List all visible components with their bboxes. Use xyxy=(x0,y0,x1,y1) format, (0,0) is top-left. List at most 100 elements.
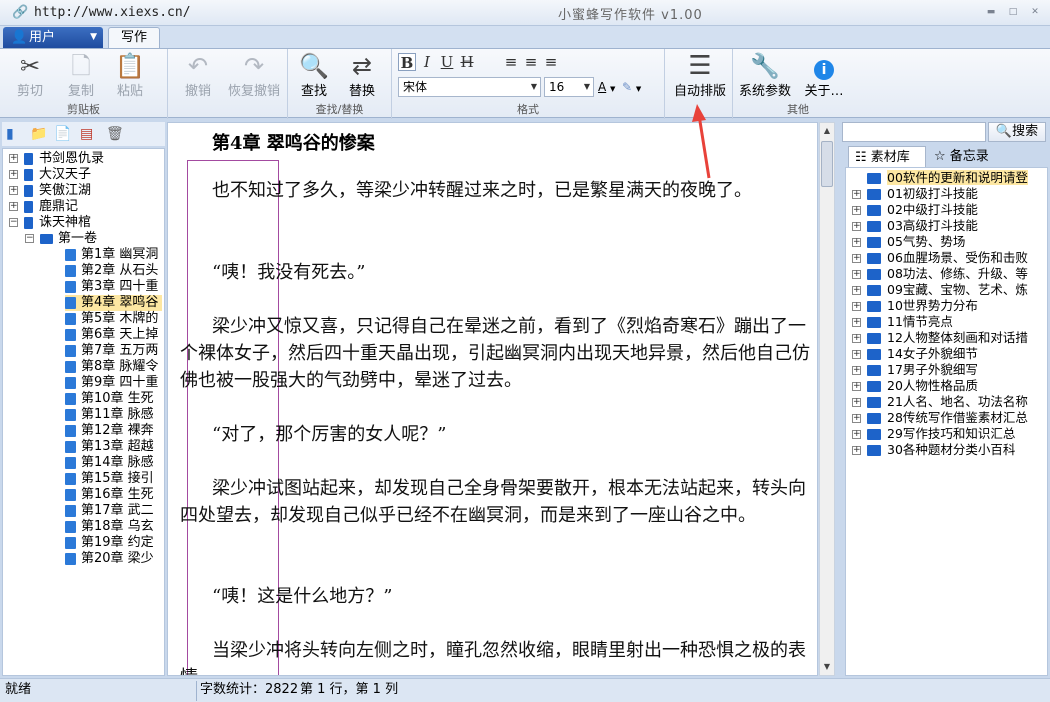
tree-chapter[interactable]: 第13章 超越 xyxy=(65,439,158,455)
panel-splitter[interactable] xyxy=(836,122,842,676)
redo-button[interactable]: ↷ 恢复撤销 xyxy=(222,52,286,99)
tree-chapter[interactable]: 第8章 脉耀令 xyxy=(65,359,162,375)
expand-icon[interactable]: + xyxy=(852,318,861,327)
scrollbar-thumb[interactable] xyxy=(821,141,833,187)
material-item[interactable]: +20人物性格品质 xyxy=(852,378,978,394)
material-item[interactable]: +14女子外貌细节 xyxy=(852,346,978,362)
trash-icon[interactable]: 🗑 xyxy=(106,126,124,142)
text-editor[interactable]: 第4章 翠鸣谷的惨案 也不知过了多久，等梁少冲转醒过来之时，已是繁星满天的夜晚了… xyxy=(167,122,818,676)
scroll-down-icon[interactable]: ▼ xyxy=(820,659,834,675)
tree-chapter[interactable]: 第11章 脉感 xyxy=(65,407,158,423)
bold-icon[interactable]: B xyxy=(398,53,416,72)
expand-icon[interactable]: + xyxy=(852,430,861,439)
expand-icon[interactable]: + xyxy=(852,446,861,455)
material-item[interactable]: +29写作技巧和知识汇总 xyxy=(852,426,1015,442)
expand-icon[interactable]: + xyxy=(852,334,861,343)
font-color-button[interactable]: A ▼ xyxy=(598,77,615,97)
material-item[interactable]: +08功法、修练、升级、等 xyxy=(852,266,1028,282)
expand-icon[interactable]: + xyxy=(852,382,861,391)
replace-button[interactable]: ⇄ 替换 xyxy=(338,52,386,99)
new-chapter-icon[interactable]: 📄 xyxy=(54,126,72,142)
editor-scrollbar[interactable]: ▲ ▼ xyxy=(819,122,835,676)
expand-icon[interactable]: + xyxy=(852,238,861,247)
tree-chapter[interactable]: 第20章 梁少 xyxy=(65,551,158,567)
material-item[interactable]: +21人名、地名、功法名称 xyxy=(852,394,1028,410)
tree-chapter[interactable]: 第7章 五万两 xyxy=(65,343,162,359)
new-book-icon[interactable]: ▮ xyxy=(6,126,24,142)
copy-button[interactable]: 🗋 复制 xyxy=(57,52,105,99)
close-icon[interactable]: ✕ xyxy=(1026,5,1044,19)
paste-button[interactable]: 📋 粘贴 xyxy=(106,52,154,99)
tree-chapter[interactable]: 第16章 生死 xyxy=(65,487,158,503)
material-item[interactable]: +11情节亮点 xyxy=(852,314,953,330)
expand-icon[interactable]: + xyxy=(9,154,18,163)
material-item[interactable]: +06血腥场景、受伤和击败 xyxy=(852,250,1028,266)
expand-icon[interactable]: + xyxy=(852,190,861,199)
minimize-icon[interactable]: ▬ xyxy=(982,5,1000,19)
scroll-up-icon[interactable]: ▲ xyxy=(820,123,834,139)
material-item[interactable]: +30各种题材分类小百科 xyxy=(852,442,1015,458)
highlight-color-button[interactable]: ✎ ▼ xyxy=(622,77,641,97)
expand-icon[interactable]: + xyxy=(852,206,861,215)
expand-icon[interactable]: + xyxy=(852,350,861,359)
expand-icon[interactable] xyxy=(852,174,861,183)
collapse-icon[interactable]: − xyxy=(25,234,34,243)
expand-icon[interactable]: + xyxy=(852,414,861,423)
expand-icon[interactable]: + xyxy=(852,254,861,263)
tree-chapter[interactable]: 第2章 从石头 xyxy=(65,263,162,279)
search-input[interactable] xyxy=(842,122,986,142)
tree-chapter[interactable]: 第18章 乌玄 xyxy=(65,519,158,535)
strikethrough-icon[interactable]: H xyxy=(458,53,476,71)
tree-book[interactable]: + 大汉天子 xyxy=(9,167,91,183)
expand-icon[interactable]: + xyxy=(852,286,861,295)
tree-book[interactable]: + 笑傲江湖 xyxy=(9,183,91,199)
expand-icon[interactable]: − xyxy=(9,218,18,227)
italic-icon[interactable]: I xyxy=(418,53,436,71)
material-item[interactable]: +05气势、势场 xyxy=(852,234,965,250)
material-item[interactable]: +09宝藏、宝物、艺术、炼 xyxy=(852,282,1028,298)
tree-chapter[interactable]: 第17章 武二 xyxy=(65,503,158,519)
expand-icon[interactable]: + xyxy=(9,186,18,195)
tab-materials[interactable]: ☷ 素材库 xyxy=(848,146,926,168)
undo-button[interactable]: ↶ 撤销 xyxy=(174,52,222,99)
new-volume-icon[interactable]: 📁 xyxy=(30,126,48,142)
tree-volume[interactable]: − 第一卷 xyxy=(25,231,97,247)
tree-chapter[interactable]: 第1章 幽冥洞 xyxy=(65,247,162,263)
tree-chapter[interactable]: 第12章 裸奔 xyxy=(65,423,158,439)
user-menu-button[interactable]: 👤 用户 ▼ xyxy=(3,27,103,48)
material-item[interactable]: +17男子外貌细写 xyxy=(852,362,978,378)
cut-button[interactable]: ✂ 剪切 xyxy=(6,52,54,99)
tree-chapter[interactable]: 第14章 脉感 xyxy=(65,455,158,471)
auto-layout-button[interactable]: ☰ 自动排版 xyxy=(669,52,731,99)
material-item[interactable]: +03高级打斗技能 xyxy=(852,218,978,234)
tree-book[interactable]: + 鹿鼎记 xyxy=(9,199,78,215)
expand-icon[interactable]: + xyxy=(852,366,861,375)
align-right-icon[interactable]: ≡ xyxy=(542,53,560,71)
maximize-icon[interactable]: □ xyxy=(1004,5,1022,19)
properties-icon[interactable]: ▤ xyxy=(80,126,98,142)
tree-chapter[interactable]: 第5章 木牌的 xyxy=(65,311,162,327)
font-size-select[interactable]: 16 ▼ xyxy=(544,77,594,97)
find-button[interactable]: 🔍 查找 xyxy=(290,52,338,99)
tree-chapter[interactable]: 第15章 接引 xyxy=(65,471,158,487)
tree-chapter[interactable]: 第4章 翠鸣谷 xyxy=(65,295,163,311)
tab-memo[interactable]: ☆ 备忘录 xyxy=(928,146,1018,168)
settings-button[interactable]: 🔧 系统参数 xyxy=(735,52,795,99)
material-item[interactable]: +10世界势力分布 xyxy=(852,298,978,314)
tree-book[interactable]: − 诛天神棺 xyxy=(9,215,91,231)
search-button[interactable]: 🔍搜索 xyxy=(988,122,1046,142)
expand-icon[interactable]: + xyxy=(852,398,861,407)
tree-chapter[interactable]: 第19章 约定 xyxy=(65,535,158,551)
material-item[interactable]: +12人物整体刻画和对话措 xyxy=(852,330,1028,346)
material-item[interactable]: +01初级打斗技能 xyxy=(852,186,978,202)
material-item[interactable]: 00软件的更新和说明请登 xyxy=(852,170,1028,186)
expand-icon[interactable]: + xyxy=(852,270,861,279)
align-center-icon[interactable]: ≡ xyxy=(522,53,540,71)
tree-chapter[interactable]: 第6章 天上掉 xyxy=(65,327,162,343)
material-item[interactable]: +02中级打斗技能 xyxy=(852,202,978,218)
about-button[interactable]: i 关于… xyxy=(797,52,851,99)
material-item[interactable]: +28传统写作借鉴素材汇总 xyxy=(852,410,1028,426)
expand-icon[interactable]: + xyxy=(852,302,861,311)
expand-icon[interactable]: + xyxy=(852,222,861,231)
font-family-select[interactable]: 宋体 ▼ xyxy=(398,77,541,97)
